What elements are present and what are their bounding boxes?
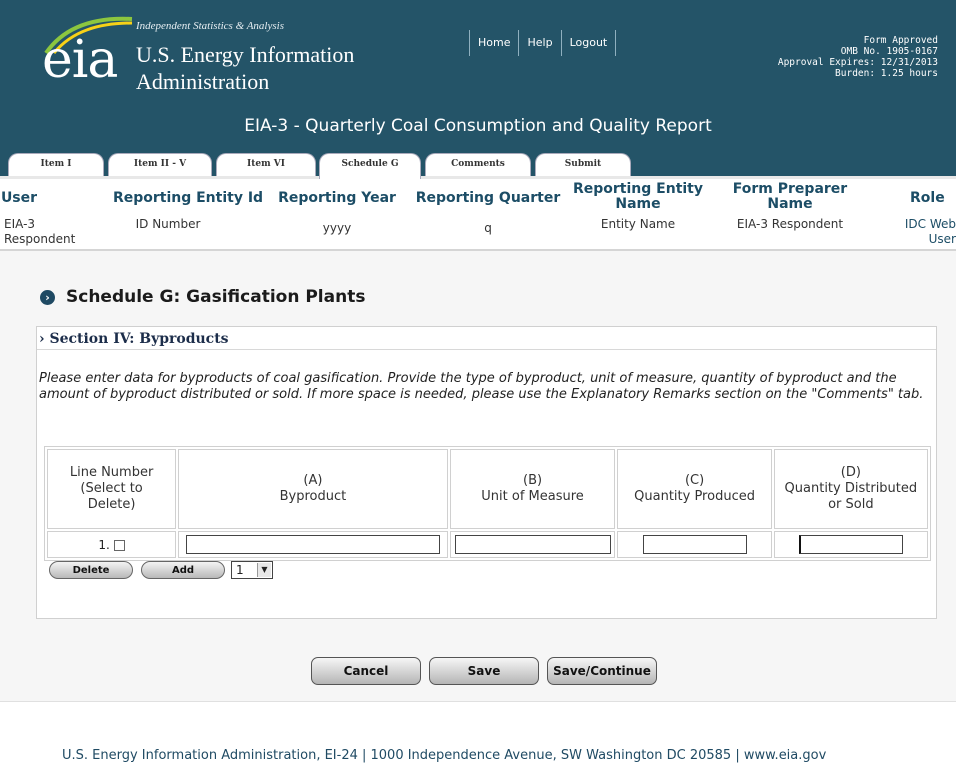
tab-schedule-g[interactable]: Schedule G [319,153,421,179]
tab-comments[interactable]: Comments [425,153,531,176]
section-title-text: Section IV: Byproducts [49,331,229,347]
unit-of-measure-input[interactable] [454,535,611,554]
form-preparer-name-value: EIA-3 Respondent [736,217,844,231]
user-value: EIA-3 Respondent [4,217,76,246]
tab-item-i[interactable]: Item I [8,153,104,176]
agency-name-line2: Administration [136,69,270,94]
save-continue-button[interactable]: Save/Continue [547,657,657,685]
reporting-year-value: yyyy [322,221,352,235]
tagline: Independent Statistics & Analysis [136,20,284,32]
agency-name-line1: U.S. Energy Information [136,42,355,67]
reporting-quarter-header: Reporting Quarter [415,190,561,206]
col-line-number-label: Line Number (Select to Delete) [69,465,154,512]
section-divider [37,349,936,350]
add-count-select[interactable]: 1 ▼ [231,561,273,579]
chevron-right-icon: › [39,331,50,347]
reporting-entity-name-value: Entity Name [600,217,676,231]
report-info-bar: User Reporting Entity Id Reporting Year … [0,179,956,251]
col-unit-of-measure: (B) Unit of Measure [449,449,616,529]
add-button[interactable]: Add [141,561,225,579]
col-produced-letter: (C) [684,473,705,488]
top-nav: Home Help Logout [469,30,617,56]
burden-hours: Burden: 1.25 hours [835,68,938,79]
col-quantity-produced: (C) Quantity Produced [617,449,772,529]
col-byproduct: (A) Byproduct [178,449,448,529]
line-number: 1. [98,537,110,552]
col-unit-letter: (B) [523,473,543,488]
byproducts-table: Line Number (Select to Delete) (A) Bypro… [44,446,931,561]
role-value: IDC Web User [904,217,956,246]
reporting-entity-id-header: Reporting Entity Id [112,190,264,206]
reporting-year-header: Reporting Year [278,190,396,206]
nav-logout-link[interactable]: Logout [560,30,617,56]
produced-cell [617,531,772,558]
tab-item-vi[interactable]: Item VI [216,153,316,176]
cancel-button[interactable]: Cancel [311,657,421,685]
table-row: 1. [47,531,928,558]
delete-button[interactable]: Delete [49,561,133,579]
col-byproduct-letter: (A) [303,473,323,488]
section-instructions: Please enter data for byproducts of coal… [39,371,924,402]
user-header: User [0,190,38,206]
byproduct-input[interactable] [185,535,440,554]
col-quantity-distributed: (D) Quantity Distributed or Sold [773,449,928,529]
nav-home-link[interactable]: Home [469,30,518,56]
form-title: EIA-3 - Quarterly Coal Consumption and Q… [244,116,712,136]
site-footer: U.S. Energy Information Administration, … [0,701,956,776]
schedule-title: › Schedule G: Gasification Plants [40,287,365,307]
arrow-bullet-icon: › [40,289,55,305]
col-line-number: Line Number (Select to Delete) [47,449,177,529]
col-distributed-label: Quantity Distributed or Sold [784,481,918,512]
footer-text: U.S. Energy Information Administration, … [62,748,827,763]
row-controls: Delete Add 1 ▼ [49,561,273,579]
reporting-entity-id-value: ID Number [135,217,201,231]
line-number-cell: 1. [47,531,177,558]
col-distributed-letter: (D) [840,465,861,480]
save-button[interactable]: Save [429,657,539,685]
role-header: Role [910,190,945,206]
approval-info: Form Approved OMB No. 1905-0167 Approval… [778,35,938,79]
table-header-row: Line Number (Select to Delete) (A) Bypro… [47,449,928,529]
tab-submit[interactable]: Submit [535,153,631,176]
schedule-title-text: Schedule G: Gasification Plants [66,287,366,307]
add-count-value: 1 [236,563,244,577]
approval-expiry: Approval Expires: 12/31/2013 [777,57,938,68]
section-panel: › Section IV: Byproducts Please enter da… [36,326,937,619]
section-title: › Section IV: Byproducts [39,331,229,347]
quantity-produced-input[interactable] [642,535,747,554]
main-content: › Schedule G: Gasification Plants › Sect… [0,251,956,701]
delete-line-checkbox[interactable] [113,539,125,551]
byproduct-cell [178,531,448,558]
unit-cell [449,531,616,558]
form-actions: Cancel Save Save/Continue [311,657,657,685]
approval-line: Form Approved [863,35,938,46]
reporting-entity-name-header: Reporting Entity Name [572,181,703,212]
col-byproduct-label: Byproduct [279,489,347,504]
col-produced-label: Quantity Produced [634,489,755,504]
eia-logo-text[interactable]: eia [42,30,118,90]
dropdown-arrow-icon[interactable]: ▼ [257,563,271,577]
site-header: eia Independent Statistics & Analysis U.… [0,0,956,179]
form-preparer-name-header: Form Preparer Name [732,181,848,212]
reporting-quarter-value: q [484,221,492,235]
omb-number: OMB No. 1905-0167 [840,46,938,57]
tab-item-ii-v[interactable]: Item II - V [108,153,212,176]
quantity-distributed-input[interactable] [798,535,903,554]
nav-help-link[interactable]: Help [518,30,560,56]
col-unit-label: Unit of Measure [481,489,584,504]
distributed-cell [773,531,928,558]
